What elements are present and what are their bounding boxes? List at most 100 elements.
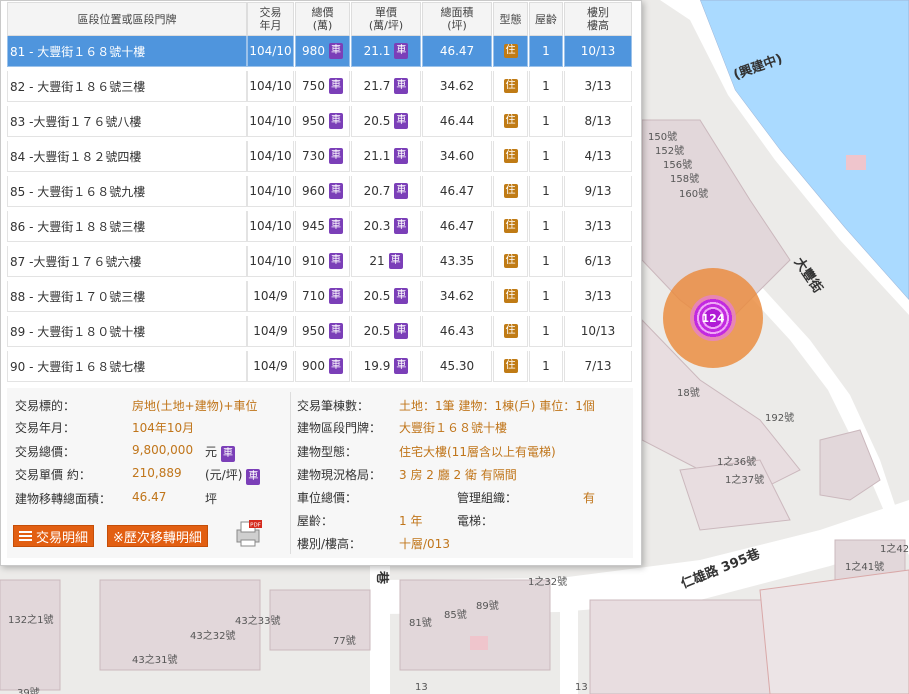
cell-total-text: 945 [302, 219, 325, 233]
cell-area: 34.62 [422, 71, 492, 102]
cell-type: 住 [493, 71, 528, 102]
map-address-label: 43之32號 [190, 631, 236, 642]
cell-total: 950 車 [295, 316, 350, 347]
cell-floor: 4/13 [564, 141, 632, 172]
map-address-label: 160號 [679, 189, 709, 200]
cell-addr-text: 82 - 大豐街１８６號三樓 [10, 79, 146, 94]
cell-area-text: 46.44 [439, 114, 475, 128]
cluster-marker[interactable]: 124 [663, 268, 763, 368]
col-header-total: 總價 (萬) [295, 2, 350, 36]
cell-age: 1 [529, 141, 563, 172]
map-address-label: 43之31號 [132, 655, 178, 666]
cell-unit-text: 21.7 [363, 79, 391, 93]
cell-area: 46.47 [422, 36, 492, 67]
cell-date-text: 104/10 [249, 79, 292, 93]
col-header-unit-price: 單價 (萬/坪) [351, 2, 421, 36]
cell-type: 住 [493, 281, 528, 312]
detail-area-value: 46.47 [132, 490, 167, 504]
col-header-date: 交易 年月 [247, 2, 294, 36]
cell-date-text: 104/10 [249, 44, 292, 58]
cell-floor-text: 3/13 [584, 79, 612, 93]
car-badge-icon: 車 [328, 323, 343, 339]
cell-area-text: 46.47 [439, 44, 475, 58]
table-row[interactable]: 82 - 大豐街１８６號三樓 104/10 750 車 21.7 車 34.62 住 1 3/13 [7, 71, 633, 102]
cell-floor-text: 6/13 [584, 254, 612, 268]
table-row[interactable]: 83 -大豐街１７６號八樓 104/10 950 車 20.5 車 46.44 住 1 8/13 [7, 106, 633, 137]
cluster-marker-core: 124 [690, 295, 736, 341]
cell-type: 住 [493, 106, 528, 137]
cell-age: 1 [529, 106, 563, 137]
detail-age-value: 1 年 [399, 514, 423, 528]
cell-age-text: 1 [542, 149, 550, 163]
detail-area-label: 建物移轉總面積： [15, 492, 112, 506]
cell-date-text: 104/9 [253, 324, 288, 338]
detail-mgmt-value: 有 [583, 491, 596, 505]
cell-addr: 87 -大豐街１７６號六樓 [7, 246, 247, 277]
car-badge-icon: 車 [328, 288, 343, 304]
cell-addr-text: 86 - 大豐街１８８號三樓 [10, 219, 146, 234]
cell-area: 46.44 [422, 106, 492, 137]
detail-date-label: 交易年月： [15, 421, 76, 435]
cell-addr-text: 89 - 大豐街１８０號十樓 [10, 324, 146, 339]
cell-date: 104/9 [247, 351, 294, 382]
cell-area-text: 45.30 [439, 359, 475, 373]
col-header-area: 總面積 (坪) [422, 2, 492, 36]
cell-area: 43.35 [422, 246, 492, 277]
table-row[interactable]: 84 -大豐街１８２號四樓 104/10 730 車 21.1 車 34.60 住 1 4/13 [7, 141, 633, 172]
cell-addr-text: 90 - 大豐街１６８號七樓 [10, 359, 146, 374]
car-badge-icon: 車 [328, 78, 343, 94]
table-row[interactable]: 81 - 大豐街１６８號十樓 104/10 980 車 21.1 車 46.47 住 1 10/1… [7, 36, 633, 67]
cell-floor-text: 10/13 [580, 324, 616, 338]
car-badge-icon: 車 [328, 218, 343, 234]
table-row[interactable]: 86 - 大豐街１８８號三樓 104/10 945 車 20.3 車 46.47 住 1 3/13 [7, 211, 633, 242]
car-badge-icon: 車 [394, 113, 409, 129]
col-header-age: 屋齡 [529, 2, 563, 36]
car-badge-icon: 車 [394, 288, 409, 304]
cell-date: 104/10 [247, 176, 294, 207]
history-transfer-button[interactable]: ※歷次移轉明細 [107, 525, 208, 547]
pdf-print-icon[interactable]: PDF [233, 518, 263, 548]
table-row[interactable]: 90 - 大豐街１６８號七樓 104/9 900 車 19.9 車 45.30 住 1 7/13 [7, 351, 633, 382]
map-marker-label: 13 [415, 682, 428, 693]
cell-date-text: 104/10 [249, 219, 292, 233]
cell-total-text: 910 [302, 254, 325, 268]
transaction-detail-button[interactable]: 交易明細 [13, 525, 95, 547]
cell-floor: 10/13 [564, 36, 632, 67]
cell-floor: 3/13 [564, 211, 632, 242]
cluster-count: 124 [701, 311, 725, 325]
cell-date-text: 104/10 [249, 149, 292, 163]
map-address-label: 39號 [17, 688, 40, 694]
map-address-label: 152號 [655, 146, 685, 157]
cell-addr: 86 - 大豐街１８８號三樓 [7, 211, 247, 242]
cell-area-text: 34.62 [439, 289, 475, 303]
cell-total-text: 950 [302, 324, 325, 338]
residential-badge-icon: 住 [503, 219, 518, 233]
detail-layout-value: 3 房 2 廳 2 衛 有隔間 [399, 468, 517, 482]
cell-floor-text: 8/13 [584, 114, 612, 128]
detail-age-label: 屋齡： [297, 514, 334, 528]
map-address-label: 132之1號 [8, 615, 54, 626]
cell-unit-text: 20.5 [363, 324, 391, 338]
residential-badge-icon: 住 [503, 149, 518, 163]
cell-addr: 85 - 大豐街１６８號九樓 [7, 176, 247, 207]
cell-floor-text: 10/13 [580, 44, 616, 58]
detail-floor-value: 十層/013 [399, 537, 450, 551]
cell-unit: 21.1 車 [351, 141, 421, 172]
cell-floor: 7/13 [564, 351, 632, 382]
cell-unit-text: 20.5 [363, 289, 391, 303]
car-badge-icon: 車 [394, 323, 409, 339]
cell-floor: 3/13 [564, 71, 632, 102]
table-row[interactable]: 87 -大豐街１７６號六樓 104/10 910 車 21 車 43.35 住 1 6/13 [7, 246, 633, 277]
cell-unit: 20.5 車 [351, 281, 421, 312]
cell-area-text: 43.35 [439, 254, 475, 268]
table-row[interactable]: 89 - 大豐街１８０號十樓 104/9 950 車 20.5 車 46.43 住 1 10/13 [7, 316, 633, 347]
map-address-label: 77號 [333, 636, 356, 647]
cell-area-text: 46.47 [439, 219, 475, 233]
cell-date: 104/10 [247, 36, 294, 67]
cell-floor: 8/13 [564, 106, 632, 137]
table-row[interactable]: 85 - 大豐街１６８號九樓 104/10 960 車 20.7 車 46.47 住 1 9/13 [7, 176, 633, 207]
residential-badge-icon: 住 [503, 184, 518, 198]
cell-total: 950 車 [295, 106, 350, 137]
table-row[interactable]: 88 - 大豐街１７０號三樓 104/9 710 車 20.5 車 34.62 住 1 3/13 [7, 281, 633, 312]
cell-area: 46.47 [422, 176, 492, 207]
